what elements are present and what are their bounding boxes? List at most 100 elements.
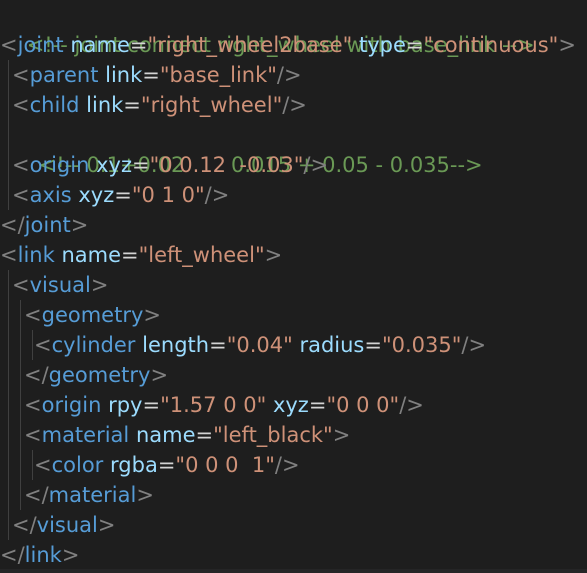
attribute-name: link [105,63,143,87]
equals-sign: = [129,33,148,57]
code-line-15[interactable]: <material name="left_black"> [24,420,350,450]
tag-name: link [17,243,55,267]
attribute-value: "1.57 0 0" [160,393,267,417]
tag-name: joint [17,33,64,57]
tag-bracket: < [12,183,30,207]
attribute-name: name [70,33,130,57]
tag-bracket: < [12,273,30,297]
tag-bracket: > [264,243,283,267]
code-line-13[interactable]: </geometry> [24,360,168,390]
attribute-name: length [142,333,210,357]
code-line-18[interactable]: </visual> [12,510,116,540]
tag-bracket: > [136,483,154,507]
attribute-name: rpy [108,393,143,417]
tag-name: cylinder [51,333,136,357]
code-line-12[interactable]: <cylinder length="0.04" radius="0.035"/> [34,330,486,360]
equals-sign: = [142,393,161,417]
tag-name: material [48,483,137,507]
code-line-19[interactable]: </link> [0,540,79,570]
equals-sign: = [157,453,176,477]
code-line-1[interactable]: <!-- joint connect right_wheel with base… [0,0,535,57]
tag-bracket: < [0,243,18,267]
equals-sign: = [142,63,160,87]
code-line-16[interactable]: <color rgba="0 0 0 1"/> [34,450,300,480]
tag-name: axis [29,183,72,207]
tag-bracket: < [24,423,42,447]
tag-name: geometry [48,363,151,387]
tag-bracket: > [558,33,576,57]
indent-guide [8,270,9,540]
equals-sign: = [209,333,227,357]
tag-name: material [41,423,130,447]
equals-sign: = [308,393,327,417]
tag-name: parent [29,63,99,87]
editor-bottom-edge [0,569,587,573]
equals-sign: = [195,423,214,447]
tag-bracket: < [24,303,42,327]
tag-bracket: /> [399,393,424,417]
tag-bracket: > [70,213,89,237]
tag-bracket: > [143,303,161,327]
code-line-11[interactable]: <geometry> [24,300,161,330]
tag-bracket: < [12,153,30,177]
attribute-value: "left_black" [213,423,333,447]
attribute-value: "0 0 0 1" [175,453,275,477]
attribute-value: "0 1 0" [131,183,205,207]
attribute-name: name [61,243,121,267]
tag-bracket: </ [0,543,25,567]
equals-sign: = [131,153,150,177]
tag-name: link [24,543,62,567]
indent-guide [32,330,33,360]
attribute-name: link [86,93,124,117]
attribute-name: type [358,33,406,57]
tag-bracket: </ [12,513,37,537]
indent-guide [20,300,21,510]
tag-name: child [29,93,80,117]
tag-bracket: > [61,543,80,567]
tag-bracket: /> [303,153,329,177]
tag-name: origin [29,153,90,177]
equals-sign: = [364,333,382,357]
tag-name: origin [41,393,102,417]
code-line-7[interactable]: <axis xyz="0 1 0"/> [12,180,229,210]
code-line-5[interactable]: <!-- 0.1+0.02 0.015 + 0.05 - 0.035--> [12,120,483,177]
code-line-10[interactable]: <visual> [12,270,108,300]
tag-bracket: < [12,93,30,117]
attribute-value: "right_wheel2base" [147,33,353,57]
attribute-value: "left_wheel" [138,243,265,267]
tag-bracket: > [97,513,116,537]
attribute-name: rgba [110,453,158,477]
code-line-4[interactable]: <child link="right_wheel"/> [12,90,307,120]
tag-bracket: < [12,63,30,87]
attribute-value: "0 0.12 -0.03" [149,153,304,177]
code-line-9[interactable]: <link name="left_wheel"> [0,240,282,270]
code-editor[interactable]: <!-- joint connect right_wheel with base… [0,0,587,573]
attribute-name: xyz [78,183,115,207]
tag-name: geometry [41,303,144,327]
attribute-name: xyz [96,153,132,177]
tag-bracket: < [0,33,18,57]
code-line-2[interactable]: <joint name="right_wheel2base" type="con… [0,30,576,60]
attribute-value: "0.04" [226,333,293,357]
tag-name: color [51,453,104,477]
attribute-value: "0.035" [381,333,462,357]
code-line-17[interactable]: </material> [24,480,154,510]
attribute-value: "continuous" [423,33,559,57]
tag-bracket: /> [274,453,300,477]
equals-sign: = [114,183,132,207]
tag-name: visual [36,513,98,537]
code-line-3[interactable]: <parent link="base_link"/> [12,60,302,90]
indent-guide [32,450,33,480]
attribute-value: "right_wheel" [140,93,283,117]
code-line-8[interactable]: </joint> [0,210,88,240]
tag-bracket: < [24,393,42,417]
tag-name: visual [29,273,91,297]
attribute-value: "base_link" [159,63,277,87]
tag-bracket: < [34,333,52,357]
tag-bracket: /> [461,333,487,357]
tag-bracket: > [90,273,109,297]
code-line-6[interactable]: <origin xyz="0 0.12 -0.03"/> [12,150,328,180]
code-line-14[interactable]: <origin rpy="1.57 0 0" xyz="0 0 0"/> [24,390,424,420]
attribute-value: "0 0 0" [326,393,400,417]
tag-bracket: /> [204,183,230,207]
